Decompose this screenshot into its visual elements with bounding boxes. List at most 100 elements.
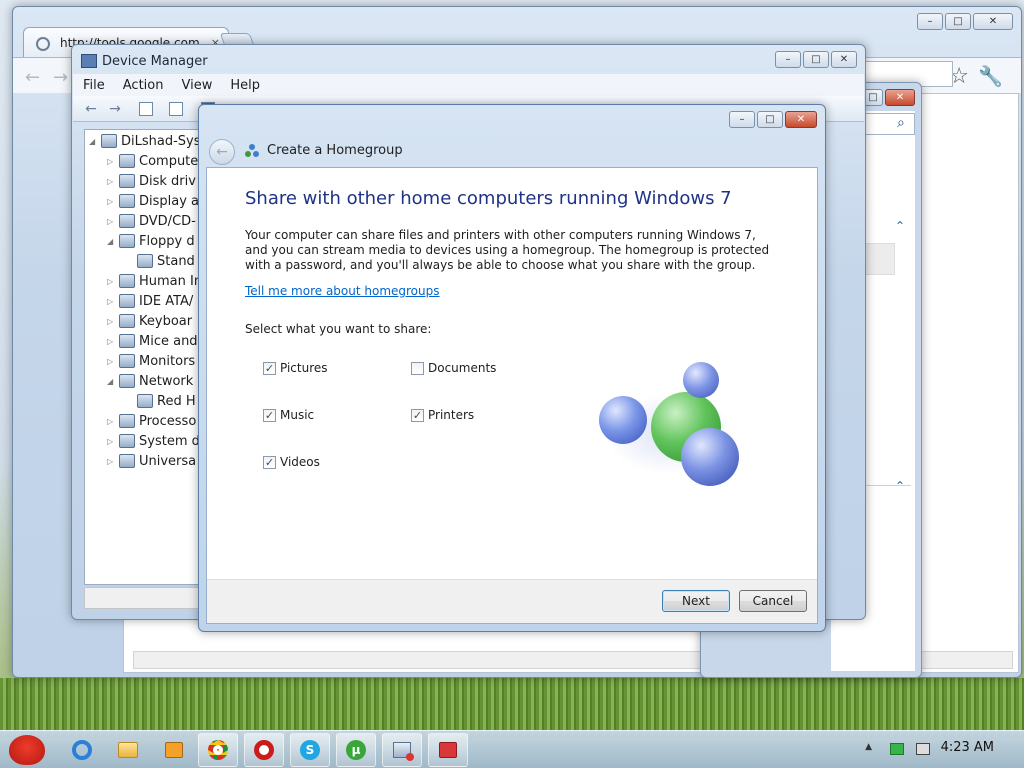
tree-item[interactable]: ▷ Universa	[107, 452, 196, 470]
homegroup-icon	[245, 144, 259, 158]
tree-item[interactable]: ◢ Floppy d	[107, 232, 195, 250]
tree-expander-icon[interactable]: ▷	[107, 297, 119, 306]
printers-checkbox[interactable]: ✓ Printers	[411, 408, 474, 422]
tree-expander-icon[interactable]: ▷	[107, 217, 119, 226]
globe-icon	[36, 37, 50, 51]
tree-expander-icon[interactable]: ▷	[107, 177, 119, 186]
tree-expander-icon[interactable]: ◢	[89, 137, 101, 146]
minimize-button[interactable]: –	[729, 111, 755, 128]
collapse-chevron-icon[interactable]: ⌃	[895, 479, 905, 493]
network-icon[interactable]	[890, 743, 904, 755]
tree-item-label: Monitors	[139, 353, 196, 369]
tree-item[interactable]: ▷ Monitors	[107, 352, 195, 370]
tree-expander-icon[interactable]: ◢	[107, 377, 119, 386]
tree-item[interactable]: ▷ Human In	[107, 272, 202, 290]
menu-view[interactable]: View	[181, 78, 212, 93]
bg-close-button[interactable]: ✕	[885, 89, 915, 106]
learn-more-link[interactable]: Tell me more about homegroups	[245, 284, 440, 298]
collapse-chevron-icon[interactable]: ⌃	[895, 219, 905, 233]
pictures-checkbox[interactable]: ✓ Pictures	[263, 361, 328, 375]
close-button[interactable]: ✕	[973, 13, 1013, 30]
tree-expander-icon[interactable]: ▷	[107, 197, 119, 206]
tree-item[interactable]: ▷ Compute	[107, 152, 198, 170]
angry-birds-icon[interactable]	[2, 733, 52, 767]
tree-expander-icon[interactable]: ▷	[107, 157, 119, 166]
maximize-button[interactable]: □	[945, 13, 971, 30]
tree-item[interactable]: ▷ IDE ATA/	[107, 292, 193, 310]
bg-caption-buttons: □ ✕	[863, 89, 915, 106]
music-checkbox[interactable]: ✓ Music	[263, 408, 314, 422]
device-category-icon	[119, 274, 135, 288]
system-clock[interactable]: 4:23 AM	[941, 740, 994, 755]
bg-maximize-button[interactable]: □	[863, 89, 883, 106]
minimize-button[interactable]: –	[917, 13, 943, 30]
device-category-icon	[119, 434, 135, 448]
homegroup-icon[interactable]	[428, 733, 468, 767]
device-category-icon	[119, 334, 135, 348]
search-icon[interactable]: ⌕	[897, 115, 905, 131]
checkbox-box: ✓	[263, 408, 276, 422]
skype-icon[interactable]: S	[290, 733, 330, 767]
opera-icon[interactable]	[244, 733, 284, 767]
tree-expander-icon[interactable]: ▷	[107, 457, 119, 466]
tree-item[interactable]: ▷ Processo	[107, 412, 196, 430]
tree-expander-icon[interactable]: ▷	[107, 277, 119, 286]
utorrent-icon[interactable]: µ	[336, 733, 376, 767]
forward-arrow-icon[interactable]: →	[53, 67, 68, 88]
maximize-button[interactable]: □	[803, 51, 829, 68]
documents-checkbox[interactable]: Documents	[411, 361, 496, 375]
device-category-icon	[119, 234, 135, 248]
tree-expander-icon[interactable]: ▷	[107, 437, 119, 446]
tree-expander-icon[interactable]: ◢	[107, 237, 119, 246]
maximize-button[interactable]: □	[757, 111, 783, 128]
internet-explorer-icon[interactable]	[64, 733, 100, 767]
tree-expander-icon[interactable]: ▷	[107, 357, 119, 366]
tree-item[interactable]: ▷ Mice and	[107, 332, 198, 350]
close-button[interactable]: ✕	[831, 51, 857, 68]
explorer-folder-icon[interactable]	[110, 733, 146, 767]
menu-file[interactable]: File	[83, 78, 105, 93]
tree-item[interactable]: ◢ Network	[107, 372, 193, 390]
console-tree-icon[interactable]	[139, 102, 153, 116]
next-button[interactable]: Next	[662, 590, 730, 612]
tree-item[interactable]: ▷ DVD/CD-	[107, 212, 196, 230]
back-arrow-icon[interactable]: ←	[25, 67, 40, 88]
tree-item[interactable]: Stand	[125, 252, 195, 270]
show-hidden-icons-icon[interactable]: ▲	[865, 742, 872, 752]
wizard-title: Create a Homegroup	[267, 143, 403, 158]
volume-muted-icon[interactable]	[916, 743, 930, 755]
tree-item[interactable]: Red H	[125, 392, 196, 410]
device-category-icon	[101, 134, 117, 148]
media-player-icon[interactable]	[156, 733, 192, 767]
tree-item-label: Display a	[139, 193, 200, 209]
close-button[interactable]: ✕	[785, 111, 817, 128]
device-tree: ◢ DiLshad-Sys ▷ Compute ▷ Disk driv ▷ Display a…	[84, 129, 204, 585]
menu-action[interactable]: Action	[123, 78, 164, 93]
tree-expander-icon[interactable]: ▷	[107, 317, 119, 326]
tree-expander-icon[interactable]: ▷	[107, 337, 119, 346]
minimize-button[interactable]: –	[775, 51, 801, 68]
dm-statusbar	[84, 587, 204, 609]
pictures-label: Pictures	[280, 361, 328, 375]
tree-item[interactable]: ▷ Disk driv	[107, 172, 196, 190]
back-arrow-icon[interactable]: ←	[83, 101, 99, 117]
device-manager-icon[interactable]	[382, 733, 422, 767]
tree-item[interactable]: ◢ DiLshad-Sys	[89, 132, 201, 150]
menu-help[interactable]: Help	[230, 78, 260, 93]
forward-arrow-icon[interactable]: →	[107, 101, 123, 117]
tree-expander-icon[interactable]: ▷	[107, 417, 119, 426]
tree-item-label: System d	[139, 433, 200, 449]
device-category-icon	[119, 354, 135, 368]
videos-checkbox[interactable]: ✓ Videos	[263, 455, 320, 469]
tree-item-label: DiLshad-Sys	[121, 133, 201, 149]
properties-icon[interactable]	[169, 102, 183, 116]
tree-item[interactable]: ▷ Display a	[107, 192, 199, 210]
device-category-icon	[119, 194, 135, 208]
wrench-icon[interactable]: 🔧	[978, 64, 1003, 88]
tree-item[interactable]: ▷ Keyboar	[107, 312, 192, 330]
back-button[interactable]: ←	[209, 139, 235, 165]
tree-item-label: DVD/CD-	[139, 213, 196, 229]
tree-item[interactable]: ▷ System d	[107, 432, 200, 450]
cancel-button[interactable]: Cancel	[739, 590, 807, 612]
chrome-icon[interactable]	[198, 733, 238, 767]
